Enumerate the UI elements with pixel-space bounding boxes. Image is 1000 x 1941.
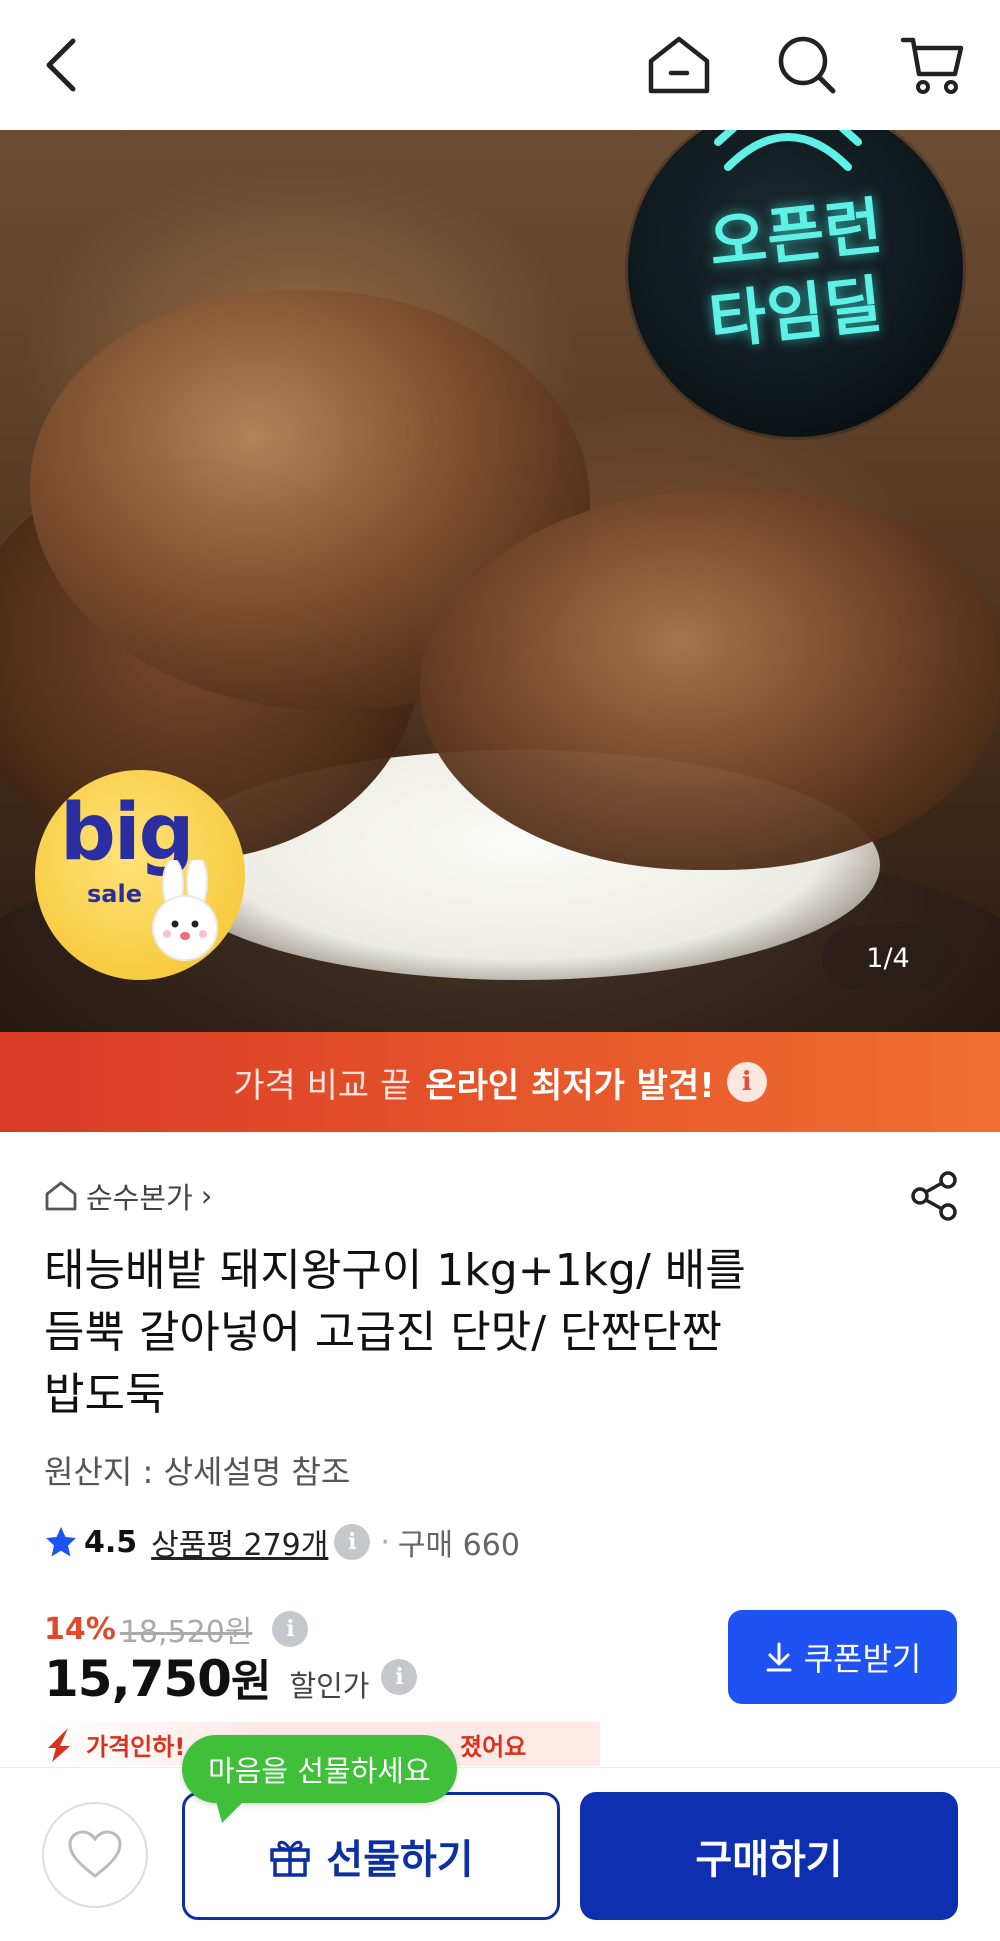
download-icon (766, 1642, 792, 1672)
banner-bold-text: 온라인 최저가 발견! (425, 1065, 715, 1106)
banner-text: 가격 비교 끝 (233, 1065, 412, 1106)
home-icon (648, 36, 710, 94)
coupon-label: 쿠폰받기 (803, 1640, 922, 1678)
bunny-icon (152, 860, 218, 961)
product-title-line: 태능배밭 돼지왕구이 1kg+1kg/ 배를 (44, 1245, 746, 1296)
share-icon (911, 1171, 957, 1221)
buy-label: 구매하기 (695, 1837, 843, 1883)
wishlist-button[interactable] (42, 1802, 148, 1908)
gift-tooltip: 마음을 선물하세요 (182, 1735, 457, 1803)
store-home-icon (45, 1181, 77, 1211)
product-title-line: 밥도둑 (44, 1369, 166, 1420)
home-button[interactable] (640, 26, 718, 104)
product-title-line: 듬뿍 갈아넣어 고급진 단맛/ 단짠단짠 (44, 1307, 722, 1358)
buy-button[interactable]: 구매하기 (580, 1792, 958, 1920)
cart-button[interactable] (893, 26, 971, 104)
sale-price: 15,750 (44, 1650, 232, 1708)
gift-icon (270, 1840, 311, 1877)
store-name: 순수본가 (86, 1181, 193, 1215)
search-button[interactable] (768, 26, 846, 104)
gift-label: 선물하기 (326, 1837, 474, 1883)
info-icon[interactable]: i (272, 1611, 309, 1647)
currency-unit: 원 (230, 1656, 272, 1707)
rating-row: 4.5 상품평 279개 i · 구매 660 (44, 1520, 520, 1564)
info-icon[interactable]: i (726, 1062, 767, 1102)
big-sale-badge: big sale (35, 770, 245, 980)
purchase-count: 구매 660 (397, 1528, 520, 1563)
alarm-clock-icon (714, 130, 862, 171)
coupon-download-button[interactable]: 쿠폰받기 (728, 1610, 957, 1704)
chevron-left-icon (46, 38, 76, 92)
bottom-action-bar: 선물하기 구매하기 (0, 1767, 1000, 1941)
store-link[interactable]: 순수본가 › (44, 1175, 212, 1217)
sale-price-row: 15,750 원 할인가 i (44, 1645, 418, 1709)
origin-text: 원산지 : 상세설명 참조 (44, 1453, 351, 1491)
price-down-arrow-icon (48, 1728, 70, 1762)
search-icon (778, 36, 836, 94)
big-sale-sub-text: sale (87, 880, 142, 908)
back-button[interactable] (22, 26, 100, 104)
lowest-price-banner[interactable]: 가격 비교 끝 온라인 최저가 발견! i (0, 1032, 1000, 1132)
product-title: 태능배밭 돼지왕구이 1kg+1kg/ 배를 듬뿍 갈아넣어 고급진 단맛/ 단… (44, 1240, 844, 1426)
top-nav (0, 0, 1000, 130)
price-drop-tail: 졌어요 (460, 1732, 527, 1761)
chevron-right-icon: › (200, 1179, 213, 1213)
info-icon[interactable]: i (334, 1524, 371, 1560)
sale-price-label: 할인가 (289, 1669, 370, 1703)
share-button[interactable] (908, 1170, 960, 1222)
heart-icon (68, 1830, 122, 1878)
cart-icon (900, 37, 964, 94)
star-icon (46, 1527, 76, 1557)
product-image-carousel[interactable]: 오픈런 타임딜 big sale 1/4 (0, 130, 1000, 1032)
price-drop-label: 가격인하! (86, 1732, 186, 1761)
rating-score: 4.5 (84, 1524, 138, 1560)
discount-percent: 14% (44, 1611, 116, 1647)
reviews-link[interactable]: 상품평 279개 (151, 1520, 328, 1564)
image-counter: 1/4 (822, 926, 954, 990)
info-icon[interactable]: i (381, 1659, 418, 1695)
separator-dot: · (380, 1524, 390, 1560)
